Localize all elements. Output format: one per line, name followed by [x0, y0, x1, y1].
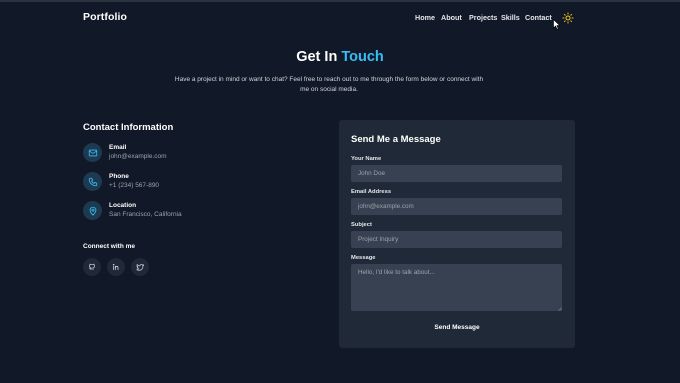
contact-value[interactable]: john@example.com	[109, 153, 167, 160]
contact-item-phone: Phone +1 (234) 567-890	[83, 172, 263, 196]
send-message-button[interactable]: Send Message	[411, 320, 503, 334]
contact-label: Phone	[109, 173, 129, 180]
resize-handle-icon[interactable]	[558, 307, 562, 311]
form-title: Send Me a Message	[351, 134, 441, 145]
title-main: Get In	[296, 49, 338, 65]
nav-home[interactable]: Home	[415, 13, 435, 22]
nav-skills[interactable]: Skills	[501, 13, 520, 22]
nav-links: Home About Projects Skills Contact	[0, 13, 680, 23]
mail-icon	[83, 143, 102, 162]
subject-input[interactable]	[351, 231, 562, 248]
linkedin-button[interactable]	[107, 258, 125, 276]
phone-icon	[83, 172, 102, 191]
contact-form-card: Send Me a Message Your Name Email Addres…	[339, 120, 575, 348]
location-pin-icon	[83, 201, 102, 220]
nav-projects[interactable]: Projects	[469, 13, 497, 22]
github-icon	[89, 263, 95, 270]
page-title: Get In Touch	[0, 49, 680, 65]
contact-item-location: Location San Francisco, California	[83, 201, 263, 225]
email-label: Email Address	[351, 189, 392, 195]
mouse-cursor-icon	[553, 19, 561, 30]
email-input[interactable]	[351, 198, 562, 215]
name-label: Your Name	[351, 156, 382, 162]
sun-icon	[562, 12, 574, 24]
contact-info-title: Contact Information	[83, 122, 174, 133]
linkedin-icon	[112, 263, 119, 271]
nav-contact[interactable]: Contact	[525, 13, 552, 22]
contact-label: Email	[109, 144, 127, 151]
navbar: Portfolio Home About Projects Skills Con…	[0, 0, 680, 34]
connect-title: Connect with me	[83, 243, 136, 250]
subject-label: Subject	[351, 222, 372, 228]
twitter-button[interactable]	[131, 258, 149, 276]
twitter-icon	[136, 264, 144, 271]
contact-item-email: Email john@example.com	[83, 143, 263, 167]
message-textarea[interactable]	[351, 264, 562, 311]
github-button[interactable]	[83, 258, 101, 276]
message-label: Message	[351, 255, 376, 261]
theme-toggle-button[interactable]	[562, 11, 574, 24]
nav-about[interactable]: About	[441, 13, 462, 22]
contact-value: San Francisco, California	[109, 211, 182, 218]
contact-value[interactable]: +1 (234) 567-890	[109, 182, 159, 189]
page-subtitle: Have a project in mind or want to chat? …	[174, 76, 484, 93]
name-input[interactable]	[351, 165, 562, 182]
title-accent: Touch	[341, 49, 384, 65]
contact-label: Location	[109, 202, 137, 209]
